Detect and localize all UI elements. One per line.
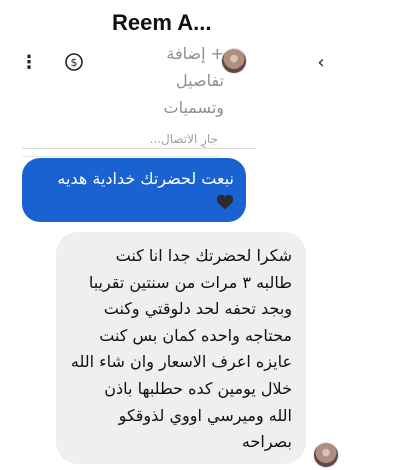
received-line-6: خلال يومين كده حطلبها باذن: [104, 378, 292, 398]
chevron-left-icon: ‹: [317, 52, 325, 73]
received-line-5: عايزه اعرف الاسعار وان شاء الله: [70, 352, 292, 372]
add-details-labels-link[interactable]: + إضافة تفاصيل وتسميات: [104, 40, 224, 121]
divider-secondary: [22, 156, 222, 157]
contact-avatar[interactable]: [221, 48, 247, 74]
more-vertical-icon: ⋮: [20, 52, 38, 73]
connection-status: جارٍ الاتصال...: [149, 132, 218, 146]
divider: [22, 148, 256, 149]
sender-avatar[interactable]: [313, 442, 339, 468]
received-line-8: بصراحه: [241, 432, 292, 452]
contact-name[interactable]: Reem A...: [112, 10, 211, 36]
subtitle-line-3: وتسميات: [163, 98, 224, 117]
dollar-circle-icon: $: [65, 53, 83, 71]
subtitle-line-2: تفاصيل: [176, 71, 224, 90]
more-options-button[interactable]: ⋮: [20, 52, 38, 74]
received-line-4: محتاجه واحده كمان بس كنت: [99, 325, 292, 345]
payment-button[interactable]: $: [64, 52, 84, 72]
received-line-7: الله وميرسي اووي لذوقكو: [118, 405, 292, 425]
sent-message-bubble[interactable]: نبعت لحضرتك خدادية هديه: [22, 158, 246, 222]
received-message-bubble[interactable]: شكرا لحضرتك جدا انا كنت طالبه ٣ مرات من …: [56, 232, 306, 464]
black-heart-icon: [216, 194, 234, 210]
received-line-1: شكرا لحضرتك جدا انا كنت: [115, 246, 292, 265]
subtitle-line-1: + إضافة: [166, 44, 224, 63]
received-line-2: طالبه ٣ مرات من سنتين تقريبا: [88, 272, 292, 292]
back-button[interactable]: ‹: [312, 52, 330, 74]
received-message-text: شكرا لحضرتك جدا انا كنت طالبه ٣ مرات من …: [68, 243, 292, 456]
sent-message-text: نبعت لحضرتك خدادية هديه: [57, 169, 234, 188]
received-line-3: وبجد تحفه لحد دلوقتي وكنت: [103, 299, 292, 319]
chat-header: Reem A... + إضافة تفاصيل وتسميات ‹ $ ⋮: [0, 0, 418, 150]
svg-text:$: $: [71, 56, 78, 69]
